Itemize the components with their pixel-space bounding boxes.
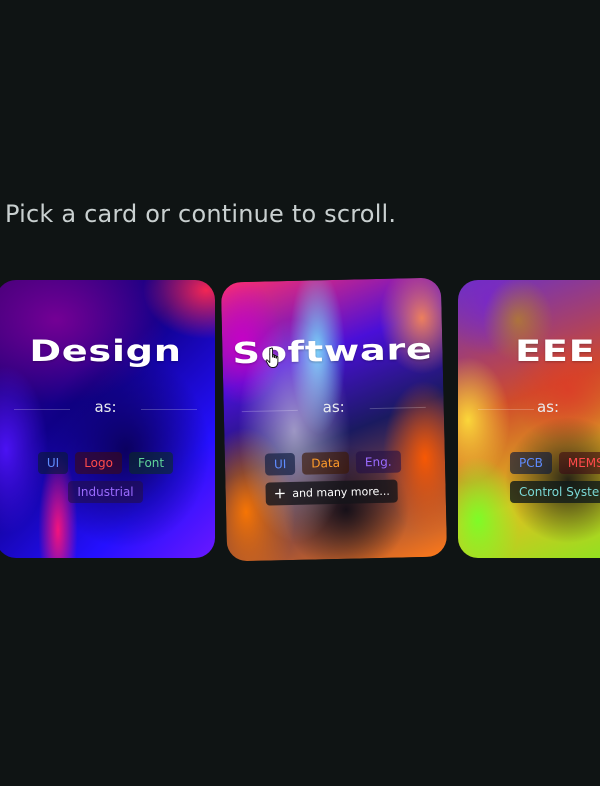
more-label: and many more... [292,484,390,500]
card-eee[interactable]: EEE as: PCB MEMS Control Systems [458,280,600,558]
plus-icon: + [273,484,287,503]
as-divider: as: [478,398,600,418]
tag-ui[interactable]: UI [37,452,69,474]
card-title: EEE [515,334,596,368]
tag-font[interactable]: Font [128,452,174,474]
page: Pick a card or continue to scroll. Desig… [0,0,600,786]
tag-list: UI Data Eng. + and many more... [225,449,446,513]
card-title: Design [29,334,182,368]
card-title: Software [232,331,433,371]
as-label: as: [536,398,560,416]
divider-line [141,409,197,410]
card-software[interactable]: Software as: UI Data Eng. + and many more… [220,277,448,562]
tag-data[interactable]: Data [302,451,350,475]
tag-industrial[interactable]: Industrial [68,481,143,503]
tag-list: PCB MEMS Control Systems [510,452,600,510]
tag-pcb[interactable]: PCB [510,452,552,474]
tag-mems[interactable]: MEMS [558,452,600,474]
scroll-prompt: Pick a card or continue to scroll. [5,200,397,228]
tag-ui[interactable]: UI [264,452,296,476]
tag-eng[interactable]: Eng. [355,450,401,474]
card-design[interactable]: Design as: UI Logo Font Industrial [0,280,215,558]
tag-logo[interactable]: Logo [75,452,122,474]
as-divider: as: [241,396,426,420]
hand-pointer-icon [265,347,279,368]
as-label: as: [94,398,117,416]
more-tags-button[interactable]: + and many more... [265,479,399,506]
tag-list: UI Logo Font Industrial [0,452,215,510]
as-divider: as: [14,398,197,418]
tag-control-systems[interactable]: Control Systems [510,481,600,503]
